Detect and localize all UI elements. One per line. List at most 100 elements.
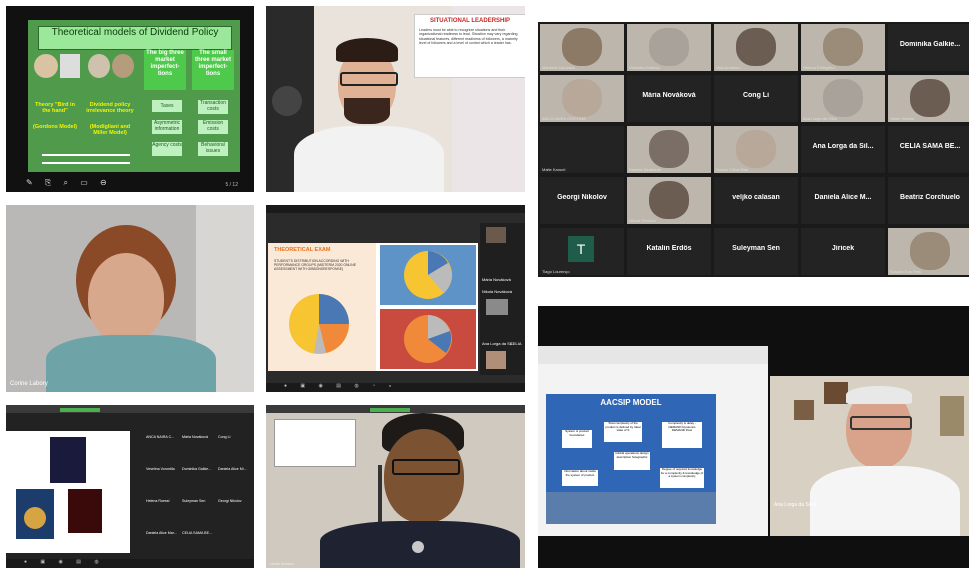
participant-cell[interactable]: Ana Lorga da Sil... — [801, 126, 885, 173]
model-box: Global operations design description hol… — [614, 451, 650, 470]
participant-cell[interactable]: Dominika Galkie... — [888, 24, 969, 71]
participant-side-panel: Mária Nováková Nikola Nováková Ana Lorga… — [480, 223, 525, 375]
participant-cell[interactable]: Suleyman Sen — [714, 228, 798, 275]
participant-cell[interactable]: Marinela Kolovska — [540, 24, 624, 71]
participant-name: Katalin Erdős — [646, 245, 692, 252]
shared-slide: SITUATIONAL LEADERSHIP Leaders must be a… — [414, 14, 525, 78]
participant-label: Nick Andreiev — [716, 65, 741, 70]
participant-cell[interactable]: Ana Lorga da Silva — [801, 75, 885, 122]
participant-video — [823, 28, 863, 66]
participant-video — [562, 79, 602, 117]
participant-cell[interactable]: Helen Helena — [888, 75, 969, 122]
model-box: Degree of required knowledge for a compl… — [660, 467, 704, 488]
participant-cell[interactable]: CELIA SAMA BE... — [888, 126, 969, 173]
participant-name[interactable]: Veselina Vorontila — [146, 467, 180, 471]
meeting-toolbar[interactable]: ● ▣ ◉ ▤ ◍ ◔ ◒ — [266, 383, 525, 392]
portrait-image — [60, 54, 80, 78]
small-three-item: Emission costs — [198, 120, 228, 134]
wheel-icon — [24, 507, 46, 529]
theory-bird-label: Theory "Bird in the hand" — [35, 102, 75, 114]
big-three-item: Taxes — [152, 100, 182, 112]
participant-label: Daniela Neubauer — [629, 167, 662, 172]
gallery-view-grid: Marinela Kolovska Veronika Hrinova Nick An… — [538, 22, 969, 277]
participant-cell[interactable]: Jiricek — [801, 228, 885, 275]
participant-cell[interactable]: Nikola Gerlovic — [627, 177, 711, 224]
participant-name: Georgi Nikolov — [557, 194, 607, 201]
slide: Theoretical models of Dividend Policy Th… — [28, 20, 240, 172]
participant-cell[interactable]: Mária Nováková — [627, 75, 711, 122]
model-box: Complexity is delay - DEMAND Dynamics DE… — [662, 421, 702, 448]
participant-cell[interactable]: ANCA NAIRA CRISTINA — [540, 75, 624, 122]
participant-video — [736, 28, 776, 66]
participant-cell[interactable]: Daniela Alice M... — [801, 177, 885, 224]
participant-cell[interactable]: Georgi Nikolov — [540, 177, 624, 224]
portrait-image — [112, 54, 134, 78]
meeting-toolbar[interactable]: ● ▣ ◉ ▤ ◍ — [6, 559, 254, 568]
participant-cell[interactable]: Nick Andreiev — [714, 24, 798, 71]
page-counter: 5 / 12 — [225, 182, 238, 188]
participant-cell[interactable]: Beatriz Corchuelo — [888, 177, 969, 224]
participant-name[interactable]: Cong Li — [218, 435, 252, 439]
big-three-header: The big three market imperfect-tions — [144, 50, 186, 90]
shared-screen-books: ANCA NAIRA C... Mária Nováková Cong Li Vese… — [6, 405, 254, 568]
annotation-toolbar[interactable]: ✎ ⎘ ⌕ ▭ ⊖ — [26, 178, 126, 188]
participant-cell[interactable]: T Tiago Lourenço — [540, 228, 624, 275]
double-arrow-icon — [42, 154, 130, 164]
participant-cell[interactable]: Katalin Erdős — [627, 228, 711, 275]
person-head — [88, 253, 164, 343]
participant-cell[interactable]: veljko calasan — [714, 177, 798, 224]
participant-label: Helen Helena — [890, 116, 915, 121]
participant-cell[interactable]: Daniela Neubauer — [627, 126, 711, 173]
participant-cell[interactable]: Helena Pellegrino — [801, 24, 885, 71]
participant-name[interactable]: ANCA NAIRA C... — [146, 435, 180, 439]
participant-video — [649, 28, 689, 66]
slide: AACSIP MODEL System is product boundarie… — [546, 394, 716, 524]
participant-name[interactable]: Daniela Alice Mi... — [218, 467, 252, 471]
slide-title: THEORETICAL EXAM — [274, 247, 331, 253]
participant-name: Suleyman Sen — [732, 245, 780, 252]
participant-cell[interactable]: Cong Li — [714, 75, 798, 122]
thumbnail — [486, 351, 506, 369]
participant-name[interactable]: Daniela Alice Mar... — [146, 531, 180, 535]
slide: THEORETICAL EXAM STUDENT'S DISTRIBUTION … — [268, 243, 478, 371]
video-tile-speaker: SITUATIONAL LEADERSHIP Leaders must be a… — [266, 6, 525, 192]
participant-cell[interactable]: Doncic Cabal Sita — [714, 126, 798, 173]
person-shirt — [810, 466, 960, 536]
theory-bird-sub: (Gordons Model) — [33, 124, 77, 130]
participant-video — [649, 130, 689, 168]
title-bar — [6, 405, 254, 413]
participant-name: Uvais Ahmed — [270, 561, 294, 566]
participant-label: Ana Lorga da Silva — [803, 116, 837, 121]
participant-name: Daniela Alice M... — [814, 194, 872, 201]
glasses-icon — [850, 416, 912, 430]
slide-title: AACSIP MODEL — [600, 398, 662, 407]
slide-title: SITUATIONAL LEADERSHIP — [429, 18, 511, 24]
participant-name[interactable]: CELIA SAMA BE... — [182, 531, 216, 535]
participant-name[interactable]: Georgi Nikolov — [218, 499, 252, 503]
small-three-item: Behavioral issues — [198, 142, 228, 156]
participant-video — [562, 28, 602, 66]
participant-name[interactable]: Suleyman Sen — [182, 499, 216, 503]
participant-name[interactable]: Dominika Galkie... — [182, 467, 216, 471]
book-cover — [50, 437, 86, 483]
shared-screen-dividend-slide: Theoretical models of Dividend Policy Th… — [6, 6, 254, 192]
participant-video — [910, 232, 950, 270]
participant-name: Cong Li — [742, 92, 770, 99]
microphone-icon — [412, 541, 424, 553]
participant-name[interactable]: Mária Nováková — [182, 435, 216, 439]
participant-name: veljko calasan — [732, 194, 780, 201]
participant-cell[interactable]: Malte Kanuel — [540, 126, 624, 173]
participant-cell[interactable]: Veronika Hrinova — [627, 24, 711, 71]
participant-cell[interactable]: Susana Dos Reis — [888, 228, 969, 275]
glasses-icon — [392, 459, 460, 475]
hair — [336, 38, 398, 62]
pie-chart — [404, 251, 452, 299]
participant-name: Dominika Galkie... — [899, 41, 961, 48]
participant-name: Beatriz Corchuelo — [900, 194, 960, 201]
mountain-band — [546, 492, 716, 524]
participant-name[interactable]: Helena Roessl — [146, 499, 180, 503]
video-tile-aacsip: AACSIP MODEL System is product boundarie… — [538, 306, 969, 568]
chart-panel — [380, 309, 476, 369]
beard — [344, 98, 390, 124]
small-three-header: The small three market imperfect-tions — [192, 50, 234, 90]
